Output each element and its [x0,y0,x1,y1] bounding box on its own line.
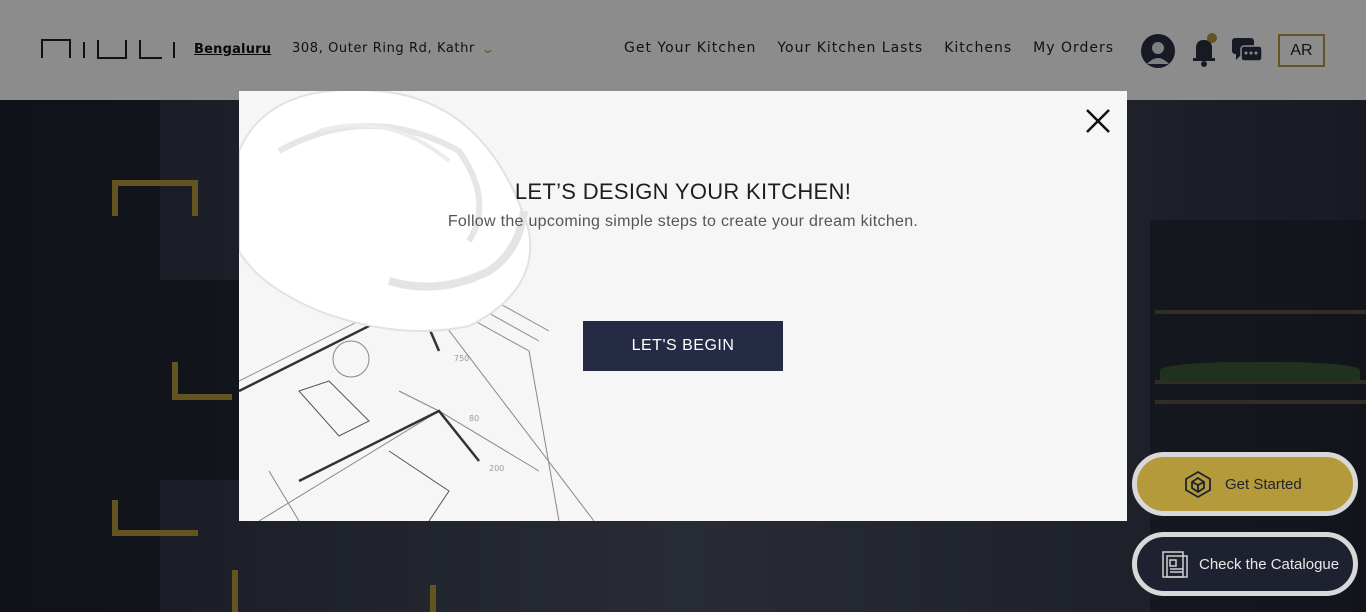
get-started-label: Get Started [1225,475,1302,493]
blueprint-dim-label: 750 [454,354,469,363]
lets-begin-button[interactable]: LET'S BEGIN [583,321,783,371]
modal-subtitle: Follow the upcoming simple steps to crea… [447,213,919,230]
modal-title: LET’S DESIGN YOUR KITCHEN! [514,179,852,204]
close-icon[interactable] [1085,108,1111,134]
get-started-button[interactable]: Get Started [1132,452,1358,516]
cube-icon [1185,470,1211,499]
blueprint-hardhat-illustration: 750 80 200 [239,91,595,521]
check-catalogue-label: Check the Catalogue [1199,555,1340,573]
svg-text:200: 200 [489,464,504,473]
catalogue-icon [1162,551,1188,578]
design-kitchen-modal: 750 80 200 LET’S DESIGN YOUR KITCHEN! Fo… [239,91,1127,521]
svg-text:80: 80 [469,414,479,423]
check-catalogue-button[interactable]: Check the Catalogue [1132,532,1358,596]
